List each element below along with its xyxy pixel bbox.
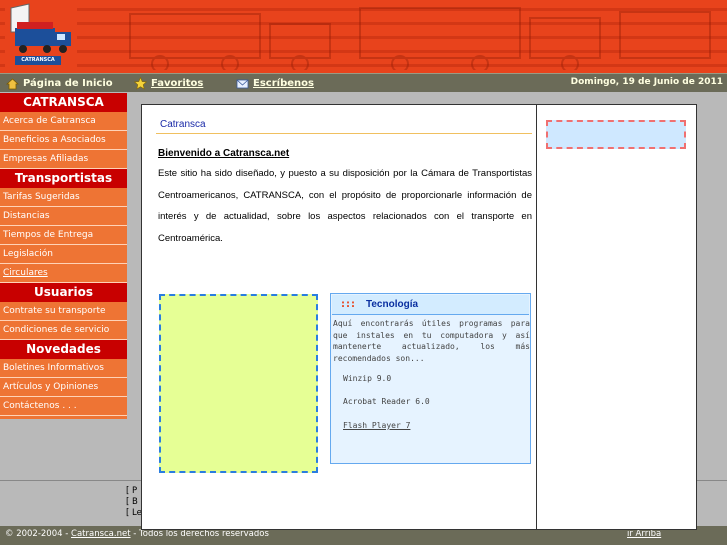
sidebar-section-novedades: Novedades bbox=[0, 340, 127, 359]
sidebar-section-usuarios: Usuarios bbox=[0, 283, 127, 302]
sidebar-section-catransca: CATRANSCA bbox=[0, 93, 127, 112]
sidebar-item-contrate[interactable]: Contrate su transporte bbox=[0, 302, 127, 321]
sidebar: CATRANSCA Acerca de Catransca Beneficios… bbox=[0, 93, 127, 419]
sidebar-item-condiciones[interactable]: Condiciones de servicio bbox=[0, 321, 127, 340]
copyright: © 2002-2004 - Catransca.net - Todos los … bbox=[5, 529, 269, 539]
footer-link[interactable]: [ B bbox=[126, 497, 142, 508]
truck-background-icon bbox=[129, 7, 711, 70]
breadcrumb-underline bbox=[156, 133, 532, 134]
technology-description: Aquí encontrarás útiles programas para q… bbox=[333, 319, 530, 363]
column-divider bbox=[536, 104, 537, 530]
back-to-top-link[interactable]: ir Arriba bbox=[627, 529, 661, 539]
footer-link[interactable]: [ P bbox=[126, 486, 142, 497]
site-logo[interactable]: CATRANSCA bbox=[5, 2, 77, 68]
nav-write[interactable]: Escríbenos bbox=[236, 75, 314, 92]
star-icon bbox=[134, 77, 147, 90]
sidebar-item-boletines[interactable]: Boletines Informativos bbox=[0, 359, 127, 378]
sidebar-item-tiempos[interactable]: Tiempos de Entrega bbox=[0, 226, 127, 245]
intro-paragraph: Este sitio ha sido diseñado, y puesto a … bbox=[158, 168, 532, 244]
nav-home-label: Página de Inicio bbox=[23, 78, 113, 89]
breadcrumb[interactable]: Catransca bbox=[160, 119, 206, 130]
technology-box: ::: Tecnología Aquí encontrarás útiles p… bbox=[330, 293, 531, 464]
nav-home[interactable]: Página de Inicio bbox=[6, 75, 113, 92]
copyright-suffix: - Todos los derechos reservados bbox=[133, 529, 269, 539]
home-icon bbox=[6, 78, 19, 90]
sidebar-item-contactenos[interactable]: Contáctenos . . . bbox=[0, 397, 127, 416]
sidebar-section-transportistas: Transportistas bbox=[0, 169, 127, 188]
welcome-title: Bienvenido a Catransca.net bbox=[158, 148, 290, 159]
sidebar-item-acerca[interactable]: Acerca de Catransca bbox=[0, 112, 127, 131]
header-banner: CATRANSCA bbox=[0, 0, 727, 73]
download-winzip[interactable]: Winzip 9.0 bbox=[343, 374, 391, 383]
sidebar-item-distancias[interactable]: Distancias bbox=[0, 207, 127, 226]
nav-write-label: Escríbenos bbox=[253, 78, 314, 89]
current-date: Domingo, 19 de Junio de 2011 bbox=[570, 77, 723, 87]
nav-favorites-label: Favoritos bbox=[151, 78, 204, 89]
copyright-prefix: © 2002-2004 - bbox=[5, 529, 69, 539]
dots-icon: ::: bbox=[341, 299, 356, 310]
sidebar-item-tarifas[interactable]: Tarifas Sugeridas bbox=[0, 188, 127, 207]
technology-header: ::: Tecnología bbox=[332, 295, 529, 315]
nav-favorites[interactable]: Favoritos bbox=[134, 75, 203, 92]
logo-text: CATRANSCA bbox=[15, 56, 61, 65]
sidebar-item-legislacion[interactable]: Legislación bbox=[0, 245, 127, 264]
top-nav: Página de Inicio Favoritos Escríbenos Do… bbox=[0, 73, 727, 92]
technology-title: Tecnología bbox=[366, 299, 419, 310]
download-acrobat[interactable]: Acrobat Reader 6.0 bbox=[343, 397, 430, 406]
sidebar-item-beneficios[interactable]: Beneficios a Asociados bbox=[0, 131, 127, 150]
sidebar-item-circulares[interactable]: Circulares bbox=[0, 264, 127, 283]
sidebar-item-articulos[interactable]: Artículos y Opiniones bbox=[0, 378, 127, 397]
banner-placeholder bbox=[159, 294, 318, 473]
side-banner-placeholder bbox=[546, 120, 686, 149]
sidebar-item-empresas[interactable]: Empresas Afiliadas bbox=[0, 150, 127, 169]
envelope-icon bbox=[236, 79, 249, 89]
download-flash[interactable]: Flash Player 7 bbox=[343, 421, 410, 430]
copyright-link[interactable]: Catransca.net bbox=[71, 529, 131, 539]
footer-link[interactable]: [ Le bbox=[126, 508, 142, 519]
footer-links: [ P [ B [ Le bbox=[126, 486, 142, 519]
